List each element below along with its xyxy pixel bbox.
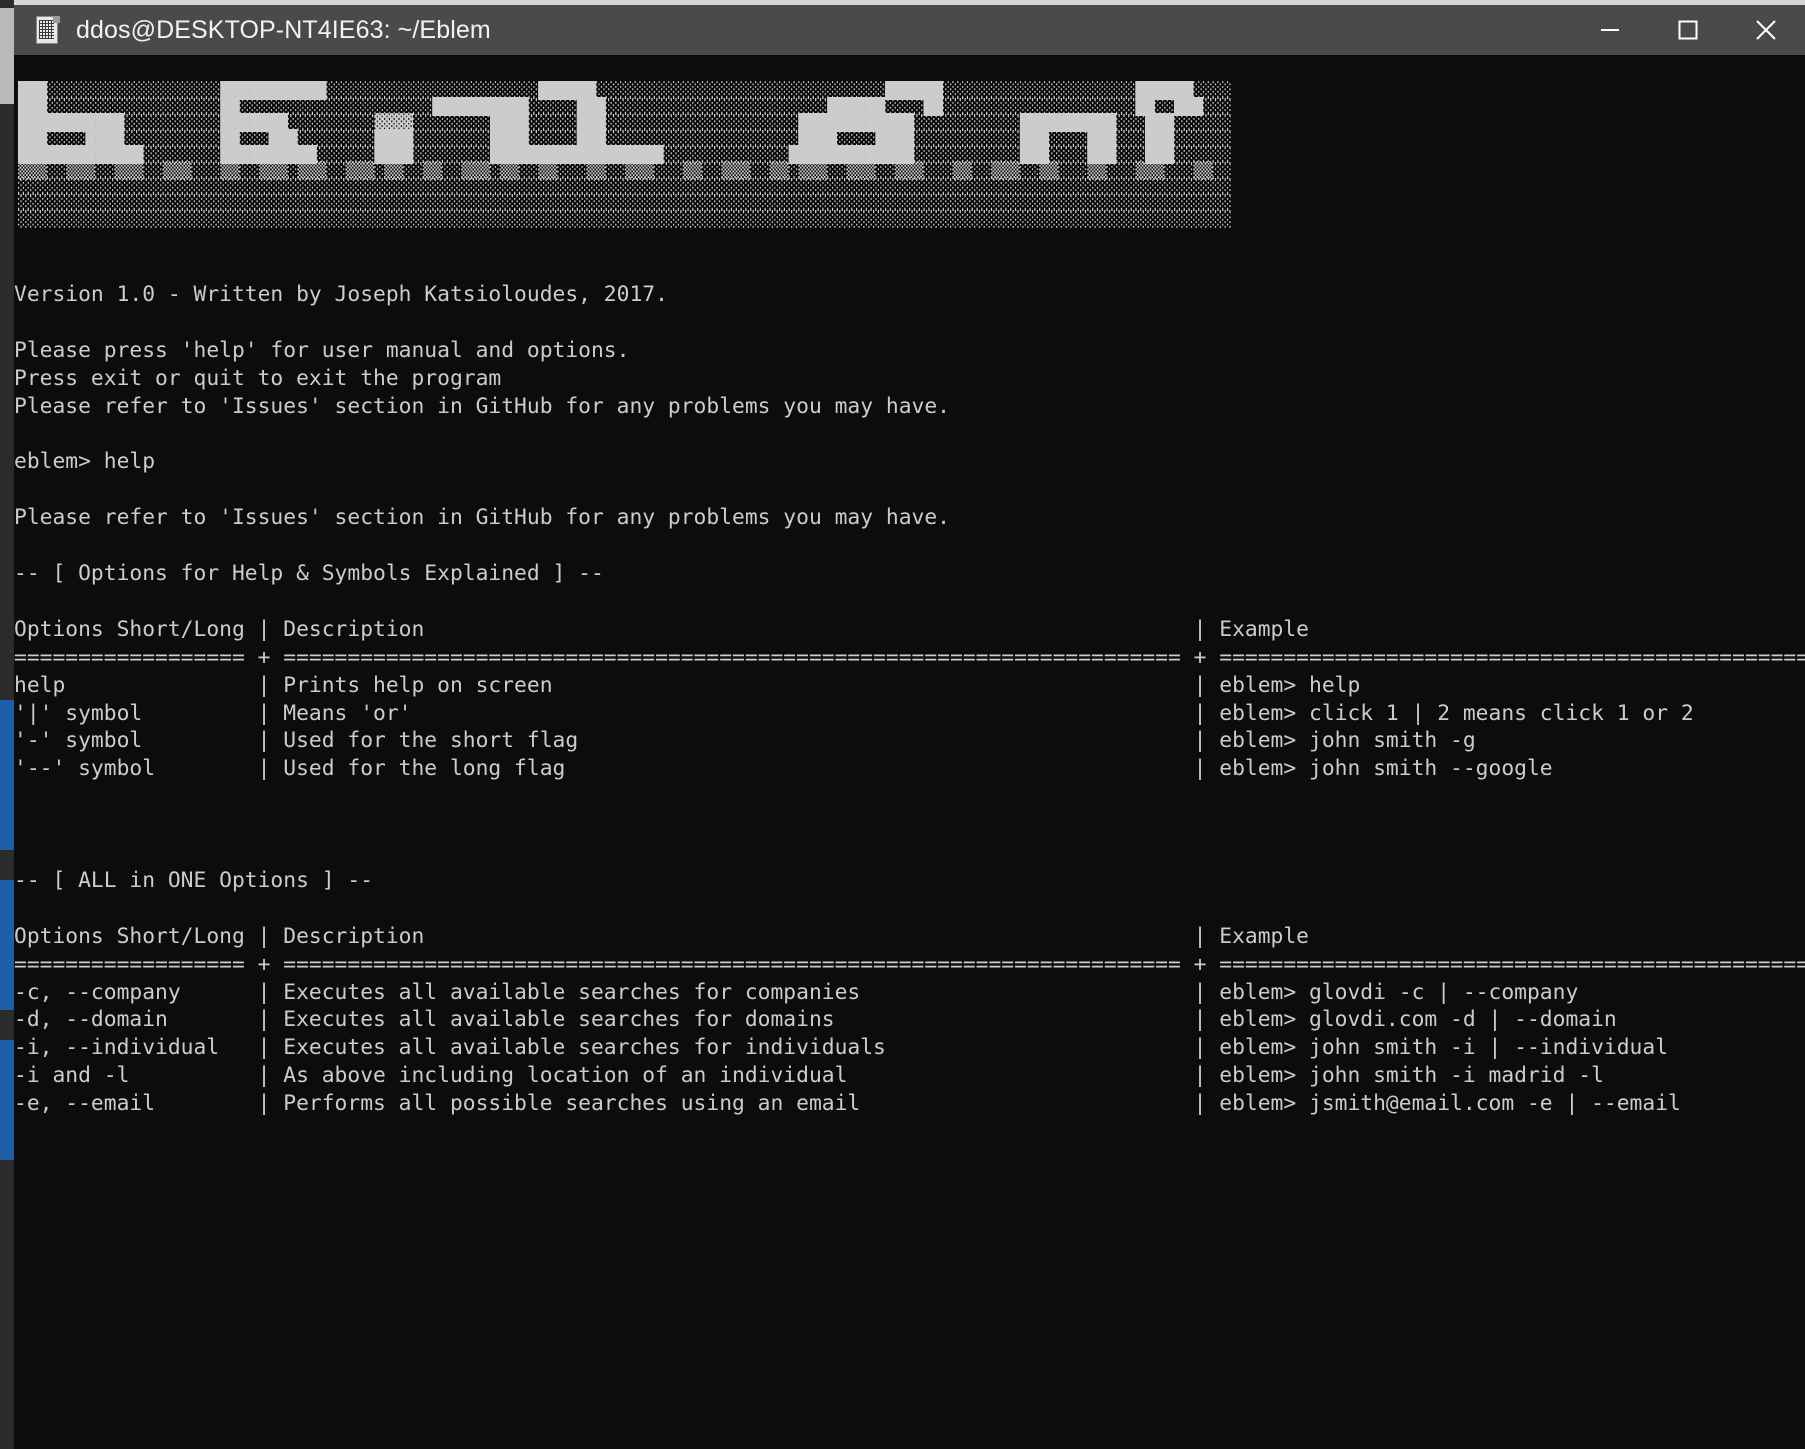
terminal-viewport[interactable]: ███░░░░░░░░░░░░░░░░░░███████████░░░░░░░░… bbox=[14, 55, 1805, 1449]
terminal-window: ddos@DESKTOP-NT4IE63: ~/Eblem ███░░░░░░░… bbox=[0, 0, 1805, 1449]
eblem-ascii-logo: ███░░░░░░░░░░░░░░░░░░███████████░░░░░░░░… bbox=[18, 81, 1232, 228]
terminal-output: Version 1.0 - Written by Joseph Katsiolo… bbox=[14, 281, 1805, 1117]
close-icon bbox=[1756, 20, 1776, 40]
icon-fold bbox=[53, 16, 60, 23]
title-bar[interactable]: ddos@DESKTOP-NT4IE63: ~/Eblem bbox=[14, 5, 1805, 55]
maximize-icon bbox=[1678, 20, 1698, 40]
desktop-patch bbox=[0, 700, 14, 850]
minimize-icon bbox=[1601, 29, 1619, 31]
window-title: ddos@DESKTOP-NT4IE63: ~/Eblem bbox=[76, 15, 491, 44]
desktop-patch bbox=[0, 8, 14, 104]
maximize-button[interactable] bbox=[1649, 5, 1727, 55]
terminal-app-icon bbox=[36, 16, 60, 44]
minimize-button[interactable] bbox=[1571, 5, 1649, 55]
window-controls bbox=[1571, 5, 1805, 55]
desktop-patch bbox=[0, 880, 14, 1010]
desktop-patch bbox=[0, 1040, 14, 1160]
icon-glyph bbox=[39, 20, 54, 39]
desktop-left-strip bbox=[0, 0, 14, 1449]
close-button[interactable] bbox=[1727, 5, 1805, 55]
